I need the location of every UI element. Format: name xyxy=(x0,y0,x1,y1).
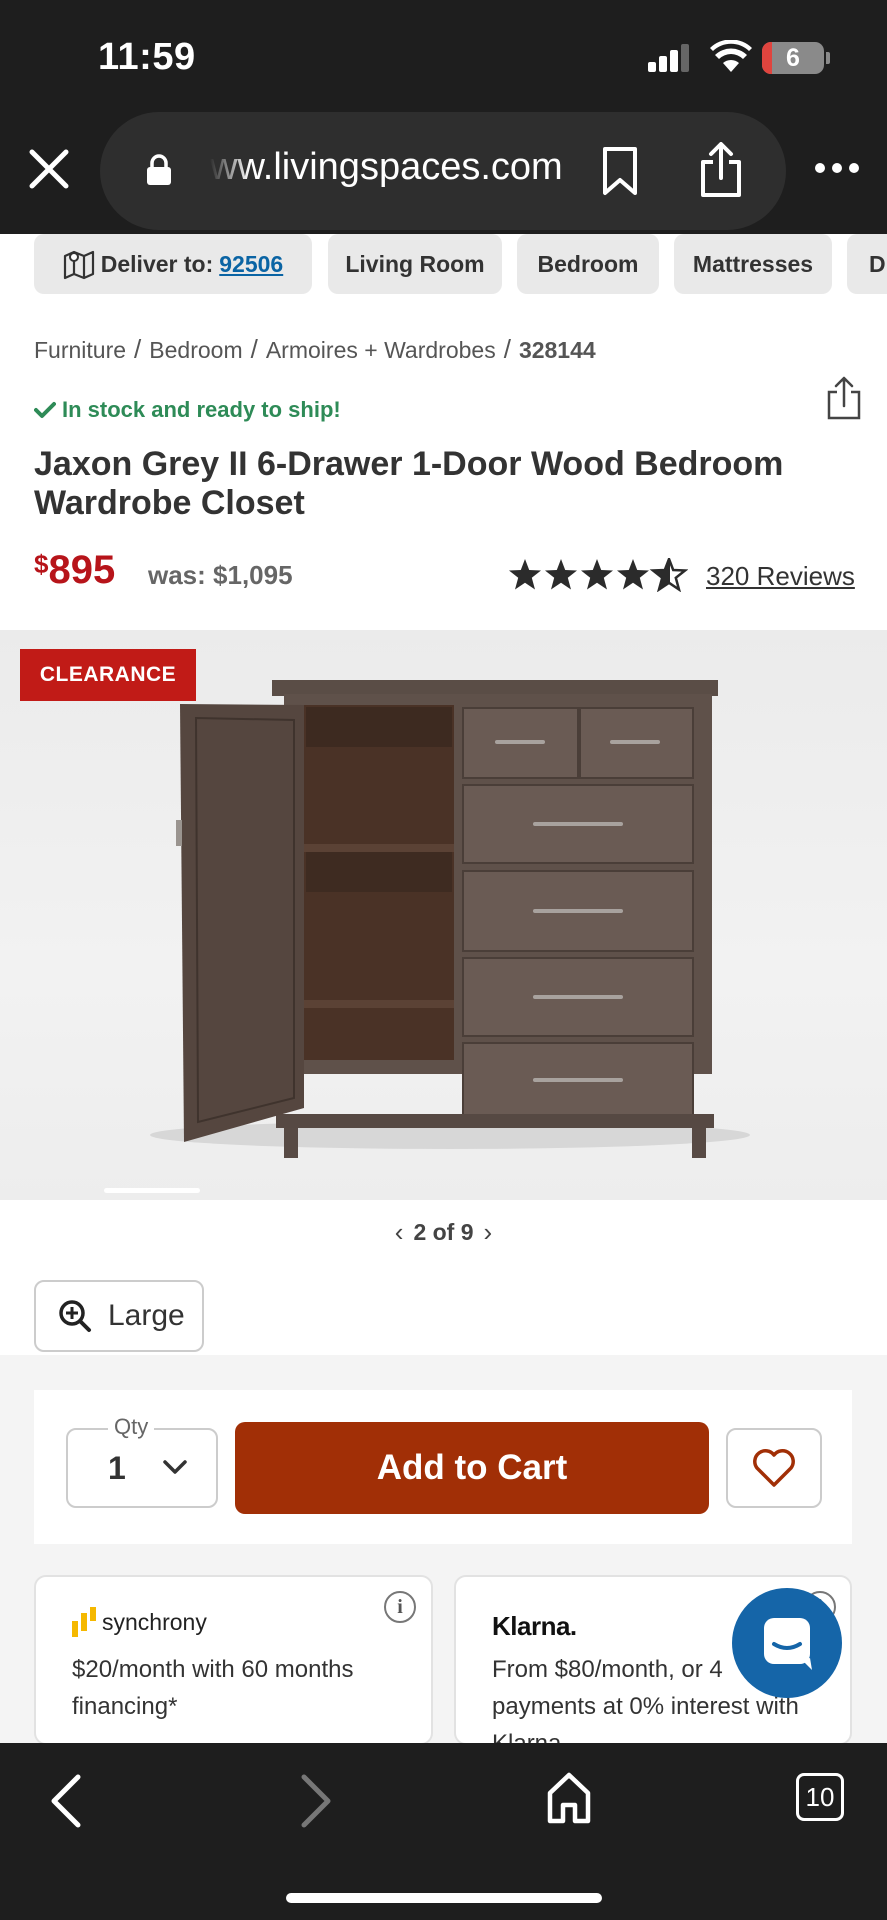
reviews-link[interactable]: 320 Reviews xyxy=(706,561,855,592)
chip-living-room[interactable]: Living Room xyxy=(328,234,502,294)
price-amount: 895 xyxy=(48,548,116,592)
breadcrumb-sku: 328144 xyxy=(518,337,596,363)
add-to-cart-panel: Qty 1 Add to Cart xyxy=(34,1390,852,1544)
synchrony-brand: synchrony xyxy=(102,1608,207,1635)
status-bar: 11:59 6 xyxy=(0,0,887,112)
map-icon xyxy=(63,250,94,280)
share-icon[interactable] xyxy=(698,142,744,198)
star-icon xyxy=(545,559,577,590)
wifi-icon xyxy=(710,40,752,72)
chip-mattresses[interactable]: Mattresses xyxy=(674,234,832,294)
close-icon[interactable] xyxy=(26,146,72,192)
sale-price: $895 xyxy=(34,548,115,593)
check-icon xyxy=(34,402,56,418)
chat-icon xyxy=(764,1618,812,1670)
battery-level-text: 6 xyxy=(786,44,800,72)
breadcrumb-separator: / xyxy=(250,334,258,364)
image-pager-text: 2 of 9 xyxy=(413,1218,474,1245)
breadcrumb-armoires[interactable]: Armoires + Wardrobes xyxy=(266,337,496,363)
category-chips: Deliver to: 92506 Living Room Bedroom Ma… xyxy=(0,234,887,296)
was-price: was: $1,095 xyxy=(148,560,293,590)
lock-icon xyxy=(147,154,171,185)
chip-bedroom[interactable]: Bedroom xyxy=(517,234,659,294)
deliver-zip-link[interactable]: 92506 xyxy=(219,251,283,278)
large-view-button[interactable]: Large xyxy=(34,1280,204,1352)
synchrony-mark-icon xyxy=(72,1607,96,1637)
breadcrumb-separator: / xyxy=(134,334,142,364)
bookmark-icon[interactable] xyxy=(600,146,640,196)
battery-icon: 6 xyxy=(762,42,824,74)
price-currency: $ xyxy=(34,549,49,579)
status-time: 11:59 xyxy=(98,36,196,78)
klarna-logo: Klarna. xyxy=(492,1611,577,1641)
heart-icon xyxy=(753,1449,795,1487)
back-icon[interactable] xyxy=(46,1773,86,1829)
image-pager: ‹ 2 of 9 › xyxy=(0,1200,887,1264)
product-image-carousel[interactable]: CLEARANCE xyxy=(0,630,887,1200)
prev-image-icon[interactable]: ‹ xyxy=(395,1217,404,1248)
forward-icon[interactable] xyxy=(296,1773,336,1829)
qty-value: 1 xyxy=(108,1450,126,1486)
synchrony-logo: synchrony xyxy=(72,1607,207,1637)
star-icon xyxy=(509,559,541,590)
chevron-down-icon xyxy=(163,1460,187,1474)
cellular-signal-icon xyxy=(648,44,694,72)
stock-status-text: In stock and ready to ship! xyxy=(62,397,341,422)
add-to-cart-button[interactable]: Add to Cart xyxy=(235,1422,709,1514)
home-icon[interactable] xyxy=(546,1771,592,1825)
quantity-select[interactable]: Qty 1 xyxy=(66,1414,218,1508)
wardrobe-product-image xyxy=(150,680,750,1158)
synchrony-card[interactable]: synchrony $20/month with 60 months finan… xyxy=(34,1575,433,1745)
breadcrumb-bedroom[interactable]: Bedroom xyxy=(149,337,242,363)
image-position-indicator xyxy=(104,1188,200,1193)
url-fade xyxy=(210,142,250,198)
product-share-icon[interactable] xyxy=(826,376,862,420)
browser-toolbar: ww.livingspaces.com xyxy=(0,112,887,234)
star-icon xyxy=(617,559,649,590)
browser-bottom-bar: 10 xyxy=(0,1743,887,1920)
large-view-label: Large xyxy=(108,1299,185,1332)
info-icon[interactable]: i xyxy=(384,1591,416,1623)
clearance-badge: CLEARANCE xyxy=(20,649,196,701)
zoom-in-icon xyxy=(59,1300,91,1332)
breadcrumb-separator: / xyxy=(503,334,511,364)
synchrony-text: $20/month with 60 months financing* xyxy=(72,1656,354,1720)
stock-status: In stock and ready to ship! xyxy=(34,397,341,423)
wishlist-button[interactable] xyxy=(726,1428,822,1508)
tabs-button[interactable]: 10 xyxy=(796,1773,844,1821)
breadcrumb: Furniture / Bedroom / Armoires + Wardrobes / 3… xyxy=(34,334,596,365)
next-image-icon[interactable]: › xyxy=(484,1217,493,1248)
chat-button[interactable] xyxy=(732,1588,842,1698)
deliver-to-label: Deliver to: xyxy=(100,250,214,277)
breadcrumb-furniture[interactable]: Furniture xyxy=(34,337,126,363)
rating-stars[interactable] xyxy=(508,558,688,592)
battery-cap xyxy=(826,52,830,64)
qty-label: Qty xyxy=(108,1414,155,1440)
more-options-icon[interactable] xyxy=(814,158,860,178)
star-icon xyxy=(581,559,613,590)
address-bar[interactable]: ww.livingspaces.com xyxy=(100,112,786,230)
home-indicator xyxy=(286,1893,602,1903)
chip-dining[interactable]: Di xyxy=(847,234,887,294)
product-title: Jaxon Grey II 6-Drawer 1-Door Wood Bedro… xyxy=(34,445,784,522)
deliver-to-chip[interactable]: Deliver to: 92506 xyxy=(34,234,312,294)
